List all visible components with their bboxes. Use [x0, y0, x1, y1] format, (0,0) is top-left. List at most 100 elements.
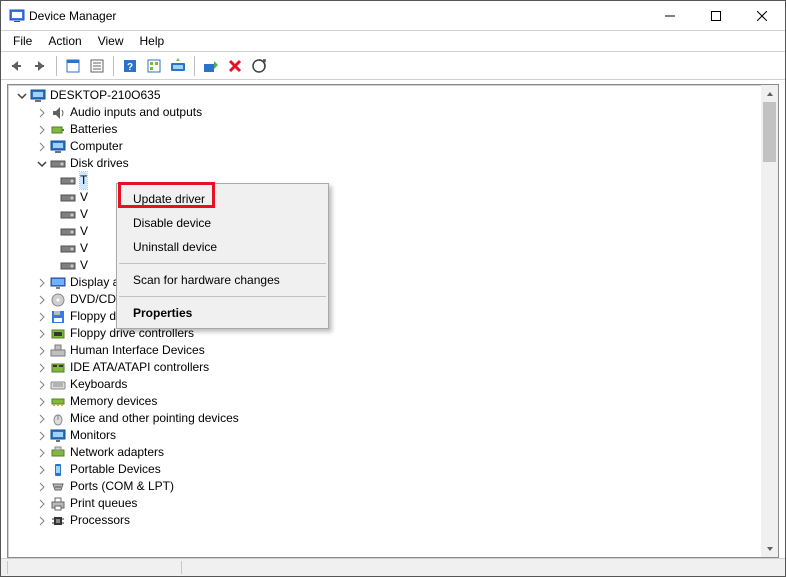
ctx-disable-device[interactable]: Disable device [119, 211, 326, 235]
toolbar-divider [56, 56, 57, 76]
keyboard-icon [50, 377, 66, 393]
tree-root-label: DESKTOP-210O635 [50, 87, 161, 104]
expander-icon[interactable] [36, 345, 48, 357]
menubar: File Action View Help [1, 31, 785, 52]
scroll-track[interactable] [761, 102, 778, 540]
audio-icon [50, 105, 66, 121]
memory-icon [50, 394, 66, 410]
maximize-button[interactable] [693, 1, 739, 31]
ctx-divider [119, 296, 326, 297]
expander-icon[interactable] [36, 396, 48, 408]
expander-icon[interactable] [36, 498, 48, 510]
expander-icon[interactable] [36, 328, 48, 340]
window-title: Device Manager [25, 9, 647, 23]
scroll-up-arrow-icon[interactable] [761, 85, 778, 102]
close-button[interactable] [739, 1, 785, 31]
expander-icon[interactable] [36, 311, 48, 323]
disk-icon [60, 241, 76, 257]
expander-icon[interactable] [36, 124, 48, 136]
ctx-scan-hardware[interactable]: Scan for hardware changes [119, 268, 326, 292]
printer-icon [50, 496, 66, 512]
expander-icon[interactable] [36, 430, 48, 442]
show-hidden-button[interactable] [62, 55, 84, 77]
tree-root[interactable]: DESKTOP-210O635 [10, 87, 761, 104]
back-button[interactable] [5, 55, 27, 77]
vertical-scrollbar[interactable] [761, 85, 778, 557]
disk-icon [60, 224, 76, 240]
expander-icon[interactable] [36, 413, 48, 425]
batteries-icon [50, 122, 66, 138]
toolbar: ? [1, 52, 785, 80]
menu-view[interactable]: View [90, 32, 132, 50]
computer-category-icon [50, 139, 66, 155]
tree-item-memory[interactable]: Memory devices [10, 393, 761, 410]
svg-text:?: ? [127, 62, 133, 73]
monitor-icon [50, 428, 66, 444]
forward-button[interactable] [29, 55, 51, 77]
tree-item-processors[interactable]: Processors [10, 512, 761, 529]
expander-icon[interactable] [36, 141, 48, 153]
menu-action[interactable]: Action [40, 32, 89, 50]
menu-help[interactable]: Help [132, 32, 173, 50]
toolbar-divider [113, 56, 114, 76]
computer-icon [30, 88, 46, 104]
ports-icon [50, 479, 66, 495]
tree-item-audio[interactable]: Audio inputs and outputs [10, 104, 761, 121]
disk-icon [60, 258, 76, 274]
tree-item-print-queues[interactable]: Print queues [10, 495, 761, 512]
tree-item-batteries[interactable]: Batteries [10, 121, 761, 138]
disk-icon [60, 173, 76, 189]
tree-item-network[interactable]: Network adapters [10, 444, 761, 461]
tree-item-computer[interactable]: Computer [10, 138, 761, 155]
expander-icon[interactable] [16, 90, 28, 102]
scan-hardware-button[interactable] [248, 55, 270, 77]
disk-icon [60, 190, 76, 206]
tree-item-disk-drives[interactable]: Disk drives [10, 155, 761, 172]
hid-icon [50, 343, 66, 359]
enable-device-button[interactable] [200, 55, 222, 77]
tree-item-monitors[interactable]: Monitors [10, 427, 761, 444]
tree-item-keyboards[interactable]: Keyboards [10, 376, 761, 393]
uninstall-device-toolbar-button[interactable] [224, 55, 246, 77]
ctx-properties[interactable]: Properties [119, 301, 326, 325]
tree-item-portable[interactable]: Portable Devices [10, 461, 761, 478]
ctx-update-driver[interactable]: Update driver [119, 187, 326, 211]
tree-item-hid[interactable]: Human Interface Devices [10, 342, 761, 359]
expander-icon[interactable] [36, 447, 48, 459]
expander-icon[interactable] [36, 158, 48, 170]
expander-icon[interactable] [36, 294, 48, 306]
network-icon [50, 445, 66, 461]
dvd-icon [50, 292, 66, 308]
ctx-divider [119, 263, 326, 264]
expander-icon[interactable] [36, 379, 48, 391]
tree-item-ports[interactable]: Ports (COM & LPT) [10, 478, 761, 495]
display-icon [50, 275, 66, 291]
processor-icon [50, 513, 66, 529]
ctx-uninstall-device[interactable]: Uninstall device [119, 235, 326, 259]
statusbar [1, 558, 785, 576]
disk-drives-icon [50, 156, 66, 172]
mouse-icon [50, 411, 66, 427]
expander-icon[interactable] [36, 515, 48, 527]
tree-item-ide[interactable]: IDE ATA/ATAPI controllers [10, 359, 761, 376]
expander-icon[interactable] [36, 362, 48, 374]
expander-icon[interactable] [36, 464, 48, 476]
menu-file[interactable]: File [5, 32, 40, 50]
portable-icon [50, 462, 66, 478]
properties-toolbar-button[interactable] [86, 55, 108, 77]
floppy-icon [50, 309, 66, 325]
floppy-controller-icon [50, 326, 66, 342]
ide-icon [50, 360, 66, 376]
context-menu: Update driver Disable device Uninstall d… [116, 183, 329, 329]
scroll-thumb[interactable] [763, 102, 776, 162]
tree-item-mice[interactable]: Mice and other pointing devices [10, 410, 761, 427]
app-icon [9, 8, 25, 24]
expander-icon[interactable] [36, 481, 48, 493]
expander-icon[interactable] [36, 107, 48, 119]
expander-icon[interactable] [36, 277, 48, 289]
scroll-down-arrow-icon[interactable] [761, 540, 778, 557]
devices-by-type-button[interactable] [143, 55, 165, 77]
minimize-button[interactable] [647, 1, 693, 31]
update-driver-toolbar-button[interactable] [167, 55, 189, 77]
help-button[interactable]: ? [119, 55, 141, 77]
